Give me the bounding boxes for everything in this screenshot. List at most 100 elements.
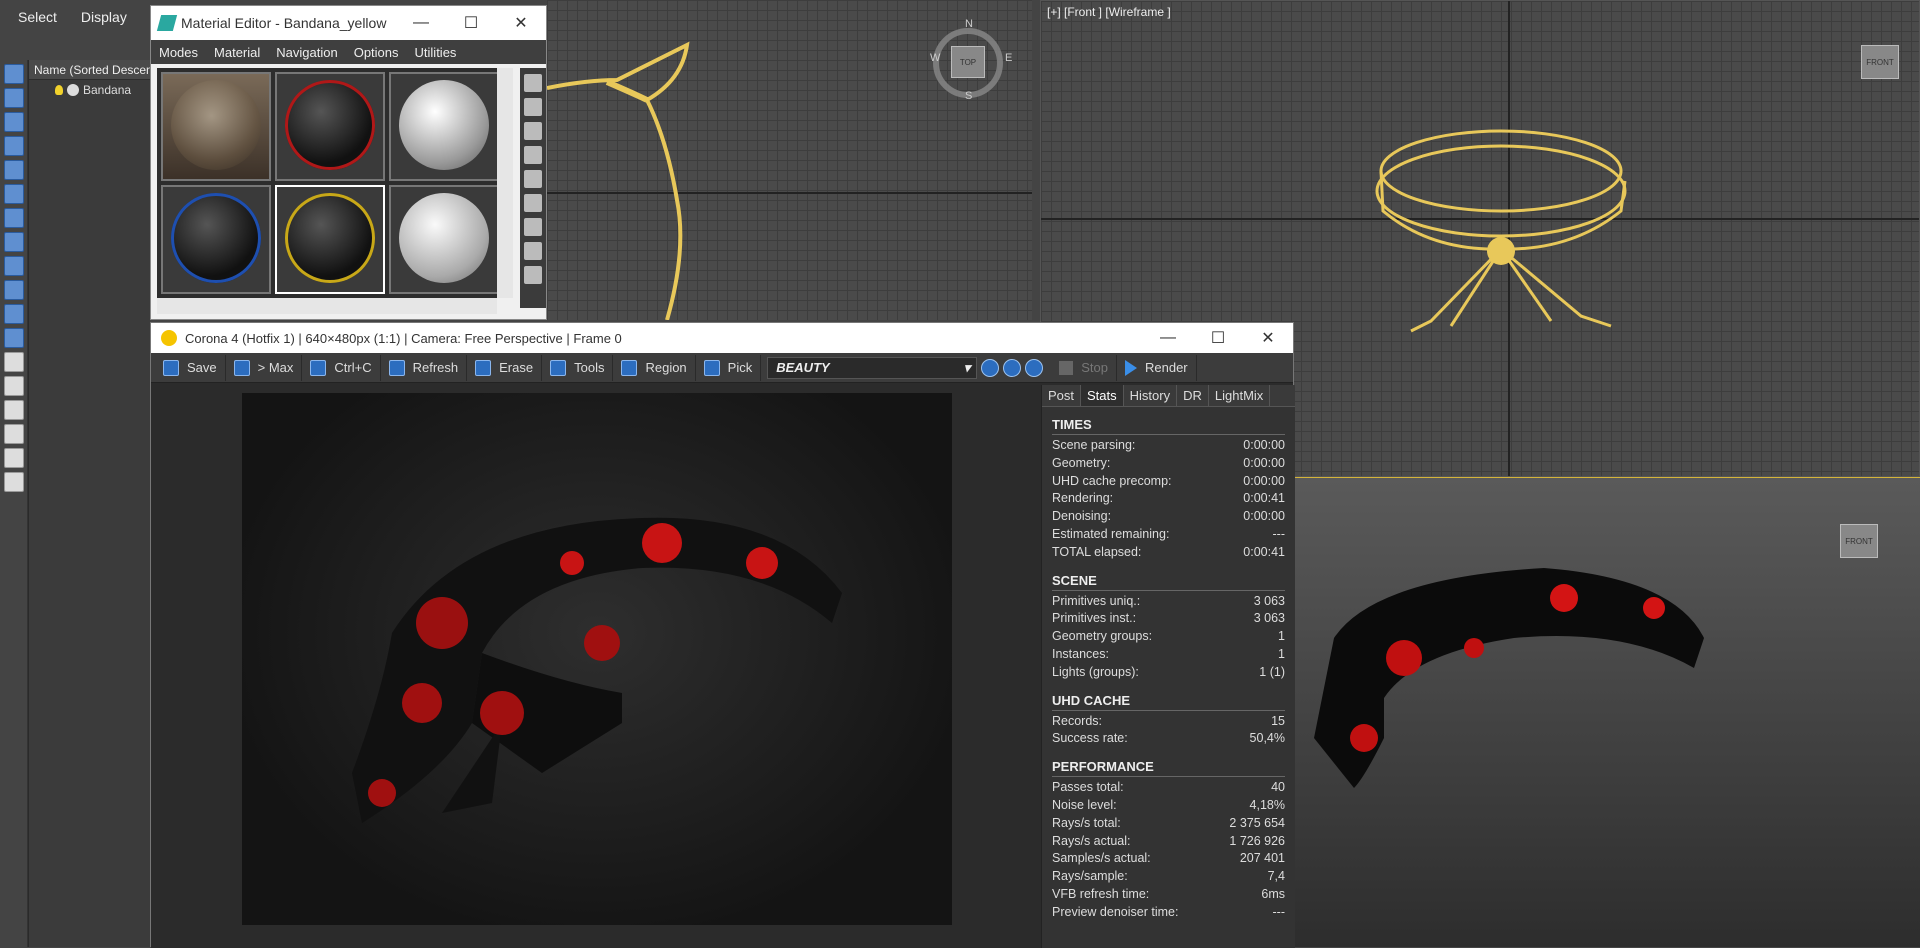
zoom-in-icon[interactable]	[981, 358, 1000, 377]
stats-row: Geometry: 0:00:00	[1052, 456, 1285, 474]
background-icon[interactable]	[524, 122, 542, 140]
stats-label: Scene parsing:	[1052, 438, 1136, 452]
viewport-label[interactable]: [+] [Front ] [Wireframe ]	[1047, 5, 1171, 19]
display-lights-icon[interactable]	[4, 112, 24, 132]
display-shapes-icon[interactable]	[4, 88, 24, 108]
material-slot[interactable]	[161, 185, 271, 294]
stats-value: 207 401	[1239, 851, 1285, 866]
render-area[interactable]	[151, 385, 1041, 948]
menu-display[interactable]: Display	[81, 9, 127, 25]
material-slot[interactable]	[275, 185, 385, 294]
tab-stats[interactable]: Stats	[1081, 385, 1124, 406]
filter-settings-icon[interactable]	[4, 448, 24, 468]
tools-button[interactable]: Tools	[542, 354, 614, 381]
close-button[interactable]: ✕	[1243, 323, 1293, 353]
material-map-navigator-icon[interactable]	[524, 266, 542, 284]
filter-icon[interactable]	[4, 424, 24, 444]
menu-modes[interactable]: Modes	[151, 45, 206, 60]
scene-explorer: Name (Sorted Descending) Bandana	[28, 60, 150, 947]
erase-button[interactable]: Erase	[467, 354, 543, 381]
display-xrefs-icon[interactable]	[4, 232, 24, 252]
make-preview-icon[interactable]	[524, 194, 542, 212]
zoom-fit-icon[interactable]	[1025, 358, 1044, 377]
display-all-icon[interactable]	[4, 352, 24, 372]
tab-lightmix[interactable]: LightMix	[1209, 385, 1271, 406]
display-invert-icon[interactable]	[4, 400, 24, 420]
stats-row: Noise level: 4,18%	[1052, 798, 1285, 816]
material-slot[interactable]	[389, 72, 499, 181]
menu-material[interactable]: Material	[206, 45, 268, 60]
stats-value: 0:00:00	[1243, 455, 1285, 470]
backlight-icon[interactable]	[524, 98, 542, 116]
menu-select[interactable]: Select	[18, 9, 57, 25]
stats-value: 6ms	[1261, 886, 1285, 901]
render-element-select[interactable]: BEAUTY ▾	[767, 356, 978, 379]
viewcube-perspective[interactable]: FRONT	[1840, 524, 1878, 558]
video-color-check-icon[interactable]	[524, 170, 542, 188]
stats-label: VFB refresh time:	[1052, 886, 1150, 901]
display-spacewarps-icon[interactable]	[4, 184, 24, 204]
stats-section: SCENE Primitives uniq.: 3 063 Primitives in…	[1042, 563, 1295, 683]
display-helpers-icon[interactable]	[4, 160, 24, 180]
render-button[interactable]: Render	[1117, 354, 1197, 381]
viewcube-front[interactable]: FRONT	[1861, 45, 1899, 79]
maximize-button[interactable]: ☐	[1193, 323, 1243, 353]
stats-value: 0:00:00	[1243, 473, 1285, 488]
tab-dr[interactable]: DR	[1177, 385, 1209, 406]
layer-icon[interactable]	[4, 472, 24, 492]
explorer-item[interactable]: Bandana	[29, 80, 150, 100]
display-cameras-icon[interactable]	[4, 136, 24, 156]
material-slots-vscroll[interactable]	[497, 68, 513, 298]
save-button[interactable]: Save	[155, 354, 226, 381]
send-to-max-button[interactable]: > Max	[226, 354, 303, 381]
material-slot[interactable]	[389, 185, 499, 294]
display-frozen-icon[interactable]	[4, 304, 24, 324]
light-bulb-icon[interactable]	[55, 85, 63, 95]
stats-row: Preview denoiser time: ---	[1052, 905, 1285, 923]
menu-utilities[interactable]: Utilities	[407, 45, 465, 60]
material-editor-titlebar[interactable]: Material Editor - Bandana_yellow — ☐ ✕	[151, 6, 546, 40]
menu-options[interactable]: Options	[346, 45, 407, 60]
display-none-icon[interactable]	[4, 376, 24, 396]
select-by-material-icon[interactable]	[524, 242, 542, 260]
sample-type-icon[interactable]	[524, 74, 542, 92]
max-icon	[233, 359, 250, 376]
menu-navigation[interactable]: Navigation	[268, 45, 345, 60]
material-slot[interactable]	[161, 72, 271, 181]
viewport-perspective[interactable]: FRONT	[1293, 477, 1920, 947]
tab-history[interactable]: History	[1124, 385, 1178, 406]
options-icon[interactable]	[524, 218, 542, 236]
viewport-top[interactable]: TOP N W E S	[547, 0, 1032, 320]
minimize-button[interactable]: —	[396, 6, 446, 40]
stats-value: 0:00:00	[1243, 509, 1285, 524]
stats-label: Passes total:	[1052, 780, 1124, 795]
stats-section: UHD CACHE Records: 15 Success rate: 50,4%	[1042, 683, 1295, 750]
tab-post[interactable]: Post	[1042, 385, 1082, 406]
compass-south: S	[965, 90, 973, 102]
display-bones-icon[interactable]	[4, 256, 24, 276]
material-slots-hscroll[interactable]	[157, 298, 497, 314]
stats-label: Lights (groups):	[1052, 664, 1139, 679]
zoom-out-icon[interactable]	[1003, 358, 1022, 377]
copy-button[interactable]: Ctrl+C	[302, 354, 381, 381]
minimize-button[interactable]: —	[1143, 323, 1193, 353]
play-icon	[1124, 359, 1137, 376]
viewcube-top[interactable]: TOP	[951, 46, 985, 78]
display-groups-icon[interactable]	[4, 208, 24, 228]
close-button[interactable]: ✕	[496, 6, 546, 40]
display-hidden-icon[interactable]	[4, 328, 24, 348]
stats-row: Rays/sample: 7,4	[1052, 869, 1285, 887]
region-button[interactable]: Region	[613, 354, 696, 381]
refresh-button[interactable]: Refresh	[381, 354, 468, 381]
stop-button[interactable]: Stop	[1051, 354, 1117, 381]
maximize-button[interactable]: ☐	[446, 6, 496, 40]
material-slot[interactable]	[275, 72, 385, 181]
display-geometry-icon[interactable]	[4, 64, 24, 84]
stats-label: Geometry:	[1052, 455, 1111, 470]
uv-tiling-icon[interactable]	[524, 146, 542, 164]
corona-titlebar[interactable]: Corona 4 (Hotfix 1) | 640×480px (1:1) | …	[151, 323, 1293, 353]
pick-button[interactable]: Pick	[696, 354, 762, 381]
hand-icon	[703, 359, 720, 376]
display-containers-icon[interactable]	[4, 280, 24, 300]
explorer-column-header[interactable]: Name (Sorted Descending)	[29, 60, 150, 80]
